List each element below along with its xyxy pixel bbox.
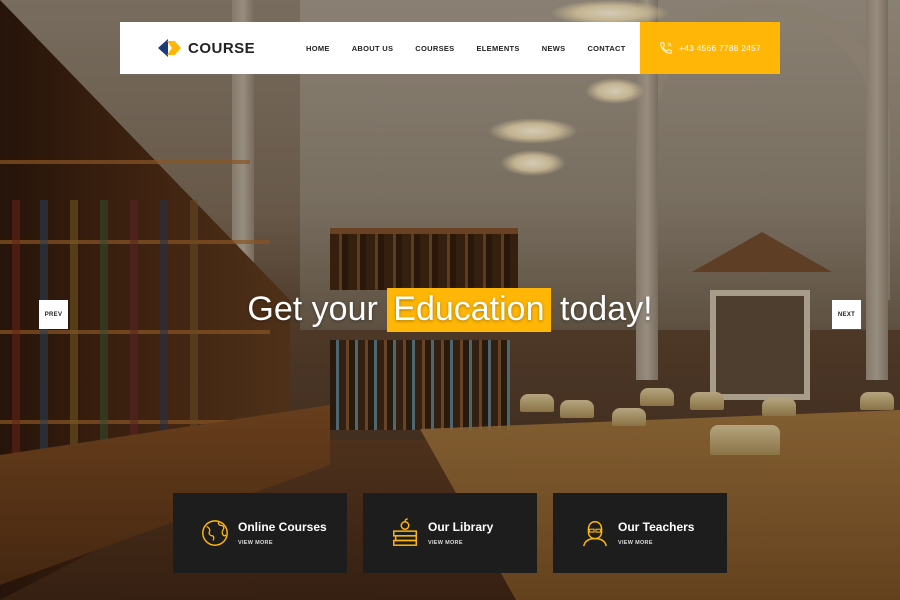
feature-text: Online Courses VIEW MORE — [238, 520, 327, 546]
slider-next-button[interactable]: NEXT — [832, 300, 861, 329]
globe-icon — [202, 520, 228, 546]
feature-title: Online Courses — [238, 520, 327, 534]
feature-title: Our Teachers — [618, 520, 695, 534]
view-more-link[interactable]: VIEW MORE — [238, 540, 327, 546]
view-more-link[interactable]: VIEW MORE — [428, 540, 493, 546]
phone-icon — [660, 42, 672, 54]
feature-our-library[interactable]: Our Library VIEW MORE — [363, 493, 537, 573]
site-header: COURSE HOME ABOUT US COURSES ELEMENTS NE… — [120, 22, 780, 74]
nav-item-home[interactable]: HOME — [306, 44, 330, 53]
headline-text-after: today! — [559, 290, 653, 328]
brand-name: COURSE — [188, 39, 256, 57]
feature-title: Our Library — [428, 520, 494, 534]
slider-prev-button[interactable]: PREV — [39, 300, 68, 329]
view-more-link[interactable]: VIEW MORE — [618, 540, 694, 546]
phone-contact[interactable]: +43 4566 7788 2457 — [640, 22, 780, 74]
nav-item-courses[interactable]: COURSES — [415, 44, 454, 53]
books-icon — [393, 518, 417, 546]
nav-item-elements[interactable]: ELEMENTS — [476, 44, 519, 53]
headline-highlight: Education — [387, 288, 551, 332]
teacher-icon — [583, 520, 607, 547]
logo-icon — [158, 37, 182, 59]
nav-item-news[interactable]: NEWS — [542, 44, 566, 53]
hero-headline: Get your Education today! — [0, 288, 900, 332]
nav-item-contact[interactable]: CONTACT — [587, 44, 625, 53]
phone-number: +43 4566 7788 2457 — [679, 43, 761, 53]
feature-text: Our Teachers VIEW MORE — [618, 520, 694, 546]
feature-online-courses[interactable]: Online Courses VIEW MORE — [173, 493, 347, 573]
headline-text-before: Get your — [247, 290, 378, 328]
feature-text: Our Library VIEW MORE — [428, 520, 493, 546]
nav-item-about-us[interactable]: ABOUT US — [352, 44, 394, 53]
main-nav: HOME ABOUT US COURSES ELEMENTS NEWS CONT… — [306, 44, 648, 53]
brand-logo[interactable]: COURSE — [158, 37, 298, 59]
feature-our-teachers[interactable]: Our Teachers VIEW MORE — [553, 493, 727, 573]
